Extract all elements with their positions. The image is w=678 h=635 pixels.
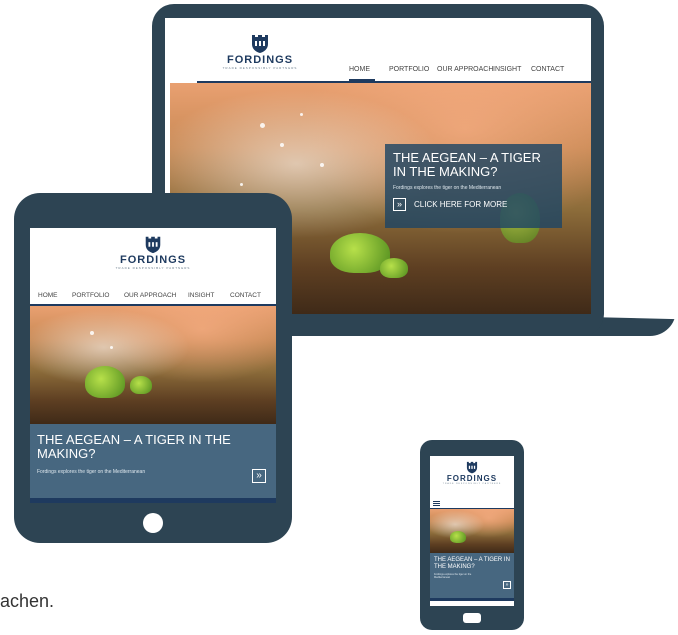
nav-our-approach[interactable]: OUR APPROACH: [437, 66, 493, 73]
water-droplet: [90, 331, 94, 335]
phone-device: FORDINGS TRADE RESPONSIBLY PARTNERS THE …: [420, 440, 524, 630]
castle-shield-icon: [466, 461, 478, 474]
nav-active-indicator: [349, 79, 375, 81]
nav-portfolio[interactable]: PORTFOLIO: [72, 292, 124, 299]
laptop-logo[interactable]: FORDINGS TRADE RESPONSIBLY PARTNERS: [215, 32, 305, 70]
tablet-logo[interactable]: FORDINGS TRADE RESPONSIBLY PARTNERS: [108, 234, 198, 270]
tablet-device: FORDINGS TRADE RESPONSIBLY PARTNERS HOME…: [14, 193, 292, 543]
plant-shape: [130, 376, 152, 394]
plant-shape: [450, 531, 466, 543]
nav-contact[interactable]: CONTACT: [230, 292, 270, 299]
water-droplet: [110, 346, 113, 349]
double-chevron-right-icon: »: [393, 197, 406, 211]
tablet-screen: FORDINGS TRADE RESPONSIBLY PARTNERS HOME…: [30, 228, 276, 503]
tablet-bottom-stripe: [30, 498, 276, 503]
phone-home-button[interactable]: [463, 613, 481, 623]
phone-bottom-stripe: [430, 598, 514, 601]
partial-text: achen.: [0, 591, 55, 611]
hero-title: THE AEGEAN – A TIGER IN THE MAKING?: [393, 150, 541, 180]
double-chevron-right-icon[interactable]: »: [252, 469, 266, 483]
tablet-hero-overlay: THE AEGEAN – A TIGER IN THE MAKING? Ford…: [30, 424, 276, 498]
water-droplet: [300, 113, 303, 116]
nav-our-approach[interactable]: OUR APPROACH: [124, 292, 188, 299]
brand-name: FORDINGS: [119, 254, 187, 266]
phone-hero-image: [430, 509, 514, 553]
brand-tagline: TRADE RESPONSIBLY PARTNERS: [442, 483, 502, 485]
phone-logo[interactable]: FORDINGS TRADE RESPONSIBLY PARTNERS: [434, 460, 510, 485]
hero-subtitle: Fordings explores the tiger on the Medit…: [434, 573, 472, 580]
hero-title: THE AEGEAN – A TIGER IN THE MAKING?: [37, 432, 231, 462]
water-droplet: [320, 163, 324, 167]
nav-portfolio[interactable]: PORTFOLIO: [389, 66, 437, 73]
cta-link[interactable]: » CLICK HERE FOR MORE: [393, 197, 554, 211]
double-chevron-right-icon[interactable]: »: [503, 581, 511, 589]
plant-shape: [380, 258, 408, 278]
nav-contact[interactable]: CONTACT: [531, 66, 571, 73]
brand-name: FORDINGS: [446, 474, 498, 483]
castle-shield-icon: [145, 236, 161, 254]
castle-shield-icon: [252, 35, 268, 53]
water-droplet: [240, 183, 243, 186]
nav-insight[interactable]: INSIGHT: [493, 66, 531, 73]
tablet-home-button[interactable]: [143, 513, 163, 533]
laptop-nav: HOME PORTFOLIO OUR APPROACH INSIGHT CONT…: [349, 66, 571, 73]
tablet-hero-image: [30, 306, 276, 424]
hero-title: THE AEGEAN – A TIGER IN THE MAKING?: [434, 557, 510, 570]
brand-tagline: TRADE RESPONSIBLY PARTNERS: [115, 266, 191, 270]
nav-insight[interactable]: INSIGHT: [188, 292, 230, 299]
laptop-hero-overlay: THE AEGEAN – A TIGER IN THE MAKING? Ford…: [385, 144, 562, 228]
water-droplet: [280, 143, 284, 147]
hero-subtitle: Fordings explores the tiger on the Medit…: [37, 468, 146, 475]
hero-subtitle: Fordings explores the tiger on the Medit…: [393, 184, 502, 191]
brand-name: FORDINGS: [226, 54, 294, 66]
tablet-nav: HOME PORTFOLIO OUR APPROACH INSIGHT CONT…: [38, 292, 270, 299]
hamburger-menu-icon[interactable]: [433, 501, 440, 506]
cta-label: CLICK HERE FOR MORE: [414, 199, 508, 209]
nav-home[interactable]: HOME: [349, 66, 389, 73]
plant-shape: [85, 366, 125, 398]
brand-tagline: TRADE RESPONSIBLY PARTNERS: [222, 66, 298, 70]
nav-home[interactable]: HOME: [38, 292, 72, 299]
water-droplet: [260, 123, 265, 128]
phone-screen: FORDINGS TRADE RESPONSIBLY PARTNERS THE …: [430, 456, 514, 606]
phone-hero-overlay: THE AEGEAN – A TIGER IN THE MAKING? Ford…: [430, 553, 514, 598]
